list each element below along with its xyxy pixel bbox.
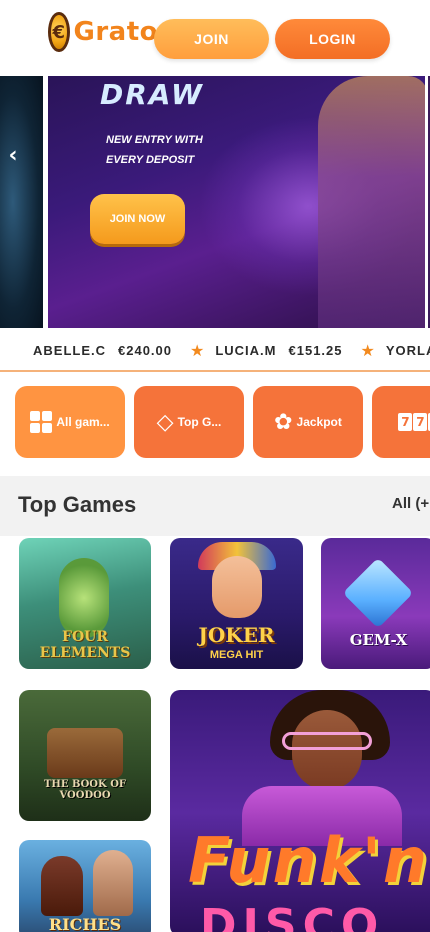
top-games-header: Top Games All (+ (0, 476, 430, 536)
game-subtitle: MEGA HIT (209, 649, 264, 661)
game-artwork (93, 850, 133, 916)
grid-icon (30, 411, 53, 433)
logo[interactable]: € Grato (48, 12, 158, 52)
category-all-games[interactable]: All gam... (15, 386, 125, 458)
game-artwork (282, 732, 372, 750)
promo-carousel[interactable]: ‹ DRAW NEW ENTRY WITH EVERY DEPOSIT JOIN… (0, 76, 430, 328)
game-artwork (59, 558, 109, 638)
game-tile-book-of-voodoo[interactable]: THE BOOK OF VOODOO (19, 690, 151, 821)
banner-subtitle-2: EVERY DEPOSIT (106, 154, 195, 166)
game-title: RICHES (48, 915, 122, 932)
game-tile-funk-n-disco[interactable]: Funk'n DISCO (170, 690, 430, 932)
ticker-item: ABELLE.C €240.00 (33, 343, 172, 358)
category-slots[interactable]: 777 S (372, 386, 430, 458)
promo-banner[interactable]: DRAW NEW ENTRY WITH EVERY DEPOSIT JOIN N… (48, 76, 425, 328)
category-label: Jackpot (296, 415, 342, 429)
ticker-item: ★ YORLA (361, 341, 430, 360)
game-artwork (292, 710, 362, 790)
ticker-divider (0, 370, 430, 372)
diamond-icon: ◇ (156, 409, 174, 435)
winner-name: LUCIA.M (215, 342, 277, 358)
section-title: Top Games (18, 492, 137, 517)
category-jackpot[interactable]: ✿ Jackpot (253, 386, 363, 458)
category-label: Top G... (177, 415, 222, 429)
casino-home-page: € Grato JOIN LOGIN ‹ DRAW NEW ENTRY WITH… (0, 0, 430, 932)
game-title: JOKER (198, 623, 275, 647)
banner-subtitle-1: NEW ENTRY WITH (106, 134, 203, 146)
game-artwork (212, 556, 262, 618)
winner-name: YORLA (385, 342, 430, 358)
logo-coin-symbol: € (52, 21, 66, 43)
gem-icon (342, 557, 414, 629)
chevron-left-icon[interactable]: ‹ (2, 143, 24, 168)
winner-name: ABELLE.C (33, 342, 106, 358)
banner-join-now-button[interactable]: JOIN NOW (90, 194, 185, 244)
slot-777-icon: 777 (398, 413, 430, 431)
view-all-link[interactable]: All (+ (392, 495, 429, 512)
game-subtitle: DISCO (200, 900, 385, 932)
game-tile-riches[interactable]: RICHES (19, 840, 151, 932)
game-artwork (41, 856, 83, 916)
category-top-games[interactable]: ◇ Top G... (134, 386, 244, 458)
game-title: Funk'n (188, 824, 430, 897)
header: € Grato JOIN LOGIN (0, 0, 430, 76)
login-button[interactable]: LOGIN (275, 19, 390, 59)
category-chips: All gam... ◇ Top G... ✿ Jackpot 777 S (15, 386, 430, 458)
join-button[interactable]: JOIN (154, 19, 269, 59)
winners-ticker: ABELLE.C €240.00 ★ LUCIA.M €151.25 ★ YOR… (0, 335, 430, 365)
clover-icon: ✿ (274, 409, 293, 435)
star-icon: ★ (190, 340, 206, 360)
game-title: GEM-X (349, 631, 408, 649)
game-title: FOUR ELEMENTS (39, 629, 131, 661)
banner-character (318, 76, 425, 328)
carousel-prev-slide: ‹ (0, 76, 43, 328)
coin-logo-icon: € (48, 12, 70, 52)
winner-amount: €151.25 (288, 342, 343, 358)
star-icon: ★ (360, 340, 376, 360)
game-artwork (47, 728, 123, 778)
game-tile-joker-mega-hit[interactable]: JOKER MEGA HIT (170, 538, 303, 669)
game-tile-gem-x[interactable]: GEM-X (321, 538, 430, 669)
ticker-item: ★ LUCIA.M €151.25 (190, 341, 343, 360)
logo-text: Grato (73, 17, 158, 47)
game-tile-four-elements[interactable]: FOUR ELEMENTS (19, 538, 151, 669)
game-title: THE BOOK OF VOODOO (43, 779, 127, 801)
banner-title: DRAW (100, 78, 204, 111)
winner-amount: €240.00 (118, 342, 172, 358)
category-label: All gam... (56, 415, 110, 429)
